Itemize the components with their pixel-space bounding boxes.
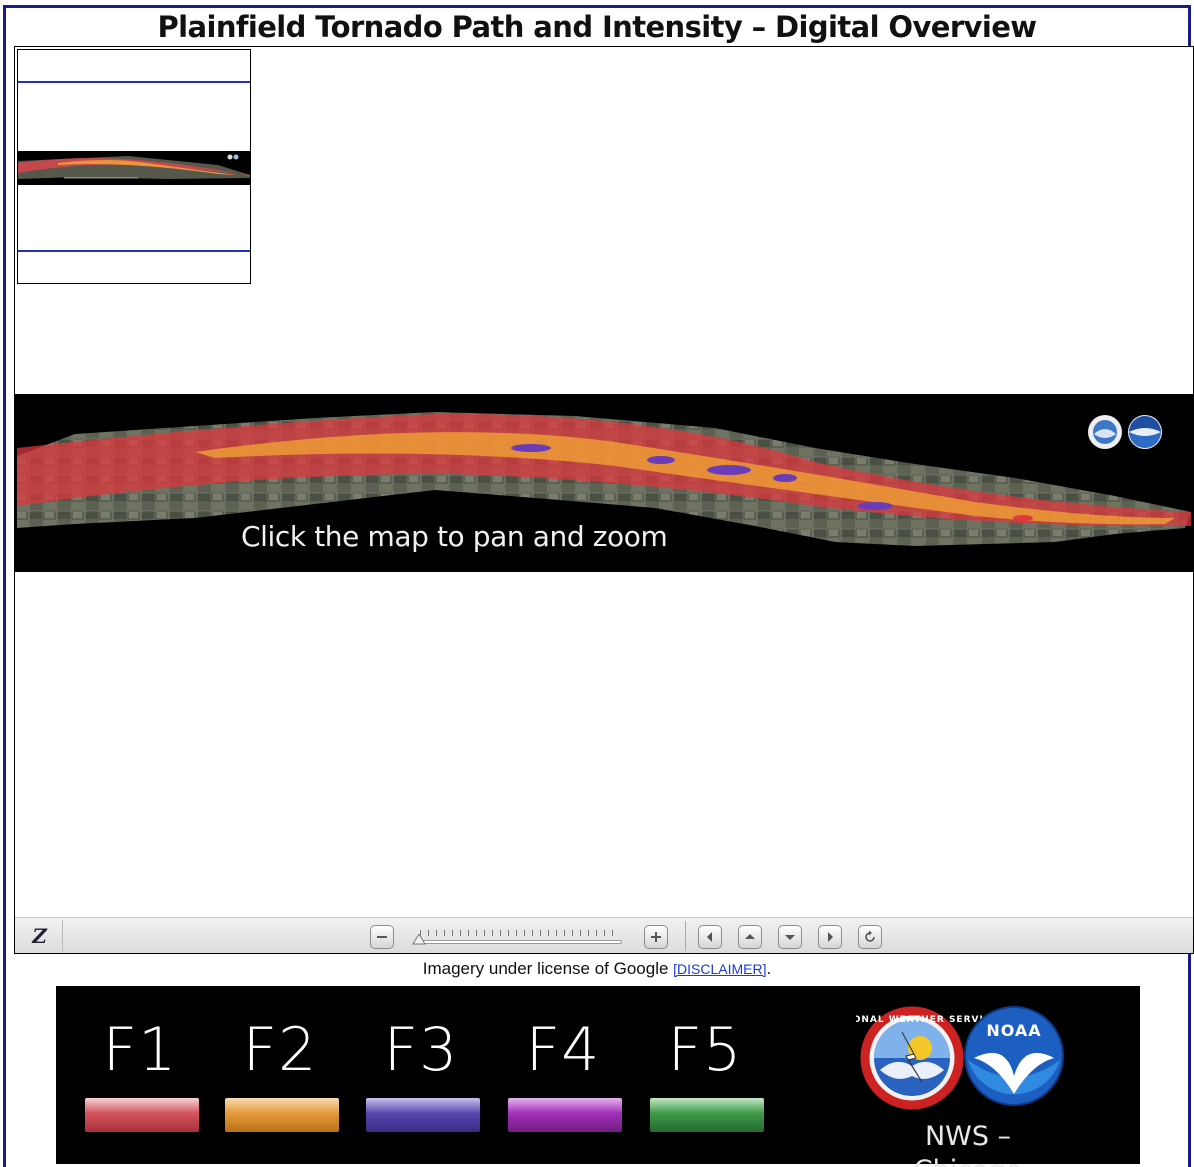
intensity-legend: F1 F2 F3 F4 F5 NATIONAL WEATHER SERVICE (56, 986, 1140, 1167)
credit-trailing: . (766, 959, 772, 978)
noaa-text: NOAA (986, 1021, 1041, 1040)
navigator-map-thumbnail (18, 151, 250, 185)
legend-item-f3: F3 (362, 1014, 480, 1132)
pan-up-button[interactable] (738, 925, 762, 949)
legend-label-f1: F1 (102, 1015, 178, 1085)
zoom-slider-track (418, 940, 622, 944)
pan-left-button[interactable] (698, 925, 722, 949)
agency-logos-graphic: NATIONAL WEATHER SERVICE NOAA (825, 1006, 1064, 1110)
plus-icon (651, 932, 661, 942)
legend-label-f3: F3 (383, 1015, 459, 1085)
nws-map-logo (1088, 415, 1122, 449)
toolbar-separator (685, 921, 686, 951)
credit-text: Imagery under license of Google (422, 959, 674, 978)
noaa-logo: NOAA (964, 1006, 1064, 1106)
zoom-slider-ticks (420, 930, 620, 936)
legend-swatch-f4 (508, 1098, 622, 1132)
arrow-right-icon (828, 932, 833, 942)
navigator-viewport-top (18, 81, 250, 83)
pan-right-button[interactable] (818, 925, 842, 949)
map-caption: Click the map to pan and zoom (241, 520, 667, 553)
legend-label-f2: F2 (242, 1015, 318, 1085)
page-title: Plainfield Tornado Path and Intensity – … (157, 10, 1038, 44)
zoom-viewer[interactable]: Click the map to pan and zoom Z (14, 46, 1194, 954)
reset-icon (865, 930, 875, 942)
legend-swatch-f5 (650, 1098, 764, 1132)
navigator-thumbnail[interactable] (17, 49, 251, 284)
legend-item-f2: F2 (221, 1014, 339, 1132)
zoomify-logo-button[interactable]: Z (17, 920, 63, 952)
arrow-up-icon (745, 934, 755, 939)
noaa-map-logo (1128, 415, 1162, 449)
legend-item-f5: F5 (646, 1014, 764, 1132)
legend-item-f1: F1 (81, 1014, 199, 1132)
arrow-down-icon (785, 935, 795, 940)
zoom-slider-thumb[interactable] (412, 934, 426, 946)
pan-down-button[interactable] (778, 925, 802, 949)
viewer-toolbar: Z (15, 917, 1193, 953)
imagery-credit: Imagery under license of Google [DISCLAI… (0, 957, 1194, 981)
zoom-slider[interactable] (412, 928, 628, 948)
zoom-in-button[interactable] (644, 925, 668, 949)
legend-swatch-f2 (225, 1098, 339, 1132)
zoom-out-button[interactable] (370, 925, 394, 949)
legend-swatch-f3 (366, 1098, 480, 1132)
navigator-viewport-bottom (18, 250, 250, 252)
agency-logos: NATIONAL WEATHER SERVICE NOAA NWS – Chic… (825, 1002, 1076, 1167)
tornado-path-map[interactable]: Click the map to pan and zoom (15, 394, 1193, 572)
disclaimer-link[interactable]: [DISCLAIMER] (673, 961, 766, 977)
agency-label: NWS – Chicago (914, 1121, 1023, 1167)
legend-item-f4: F4 (504, 1014, 622, 1132)
navigator-map-thumbnail-graphic (18, 154, 250, 179)
legend-label-f4: F4 (525, 1015, 601, 1085)
legend-label-f5: F5 (667, 1015, 743, 1085)
reset-view-button[interactable] (858, 925, 882, 949)
arrow-left-icon (707, 932, 712, 942)
legend-swatch-f1 (85, 1098, 199, 1132)
tornado-path-graphic: Click the map to pan and zoom (17, 412, 1191, 553)
minus-icon (377, 936, 387, 938)
